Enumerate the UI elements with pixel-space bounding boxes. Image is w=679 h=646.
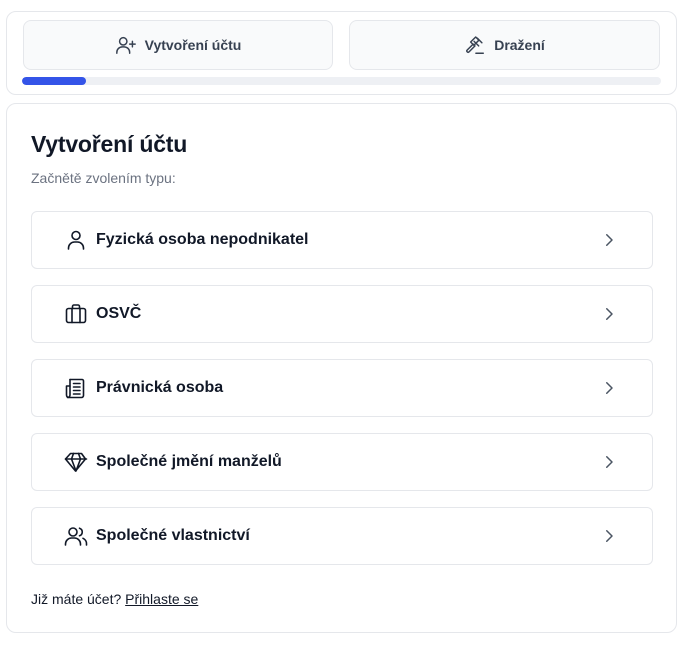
option-self-employed[interactable]: OSVČ [31, 285, 653, 343]
page-subtitle: Začnětě zvolením typu: [31, 170, 176, 186]
chevron-right-icon [606, 234, 613, 246]
user-plus-icon [115, 36, 136, 54]
progress-bar [22, 77, 661, 85]
option-legal-entity[interactable]: Právnická osoba [31, 359, 653, 417]
tab-auction[interactable]: Dražení [349, 20, 660, 70]
newspaper-icon [65, 378, 85, 399]
account-type-card: Vytvoření účtu Začnětě zvolením typu: Fy… [6, 103, 677, 633]
chevron-right-icon [606, 456, 613, 468]
gavel-icon [466, 36, 485, 54]
option-natural-person[interactable]: Fyzická osoba nepodnikatel [31, 211, 653, 269]
chevron-right-icon [606, 308, 613, 320]
option-label: Právnická osoba [96, 379, 224, 396]
login-link[interactable]: Přihlaste se [125, 591, 198, 607]
option-label: Společné vlastnictví [96, 527, 250, 544]
login-prompt: Již máte účet? Přihlaste se [31, 591, 198, 607]
tab-auction-label: Dražení [494, 37, 545, 53]
option-label: OSVČ [96, 305, 142, 322]
gem-icon [64, 452, 88, 472]
option-label: Společné jmění manželů [96, 453, 282, 470]
login-prompt-text: Již máte účet? [31, 591, 122, 607]
briefcase-icon [65, 304, 87, 324]
option-joint-ownership[interactable]: Společné vlastnictví [31, 507, 653, 565]
user-icon [67, 230, 85, 250]
step-tabs-card: Vytvoření účtu Dražení [6, 11, 677, 95]
option-label: Fyzická osoba nepodnikatel [96, 231, 309, 248]
users-icon [64, 527, 88, 546]
chevron-right-icon [606, 530, 613, 542]
account-type-list: Fyzická osoba nepodnikatel OSVČ Právnick… [31, 211, 653, 581]
tab-create-account-label: Vytvoření účtu [144, 37, 242, 53]
progress-fill [22, 77, 86, 85]
chevron-right-icon [606, 382, 613, 394]
page-title: Vytvoření účtu [31, 131, 188, 157]
tab-create-account[interactable]: Vytvoření účtu [23, 20, 333, 70]
option-joint-marital-property[interactable]: Společné jmění manželů [31, 433, 653, 491]
